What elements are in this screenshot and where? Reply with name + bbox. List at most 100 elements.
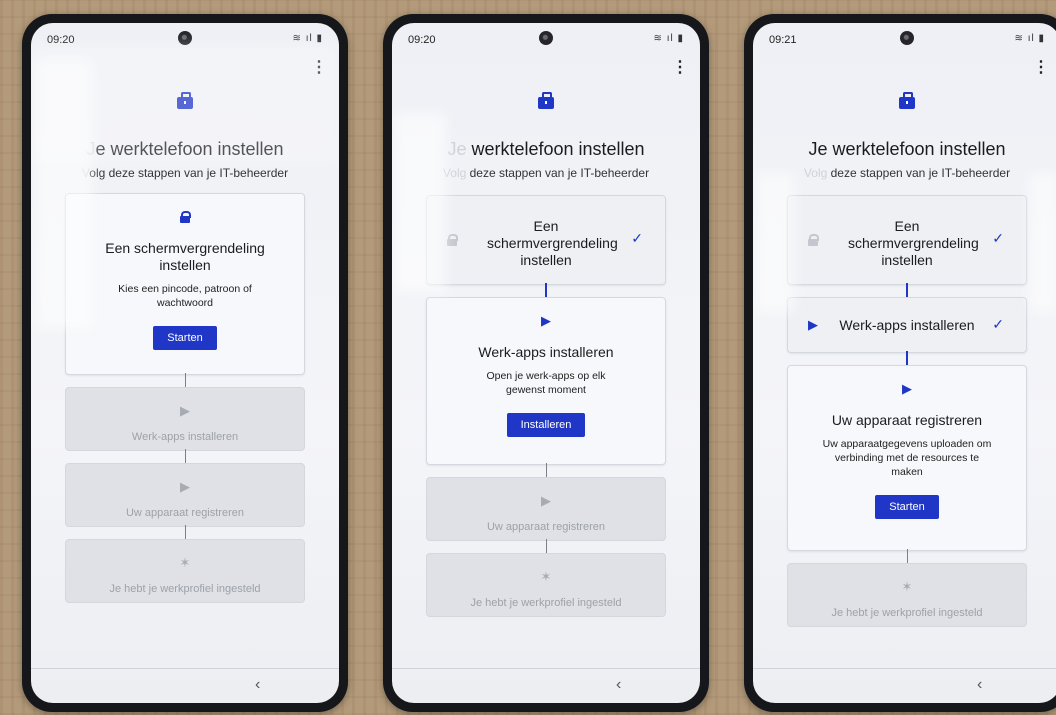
page-title-text: Je werktelefoon instellen [808, 139, 1006, 159]
page-subtitle-faded: Volg [442, 166, 467, 180]
step-work-profile-done-title: Je hebt je werkprofiel ingesteld [831, 607, 983, 619]
step-work-apps-title: Werk-apps installeren [839, 317, 975, 333]
step-work-profile-done-title: Je hebt je werkprofiel ingesteld [470, 597, 622, 609]
page-subtitle-text: olg deze stappen van je IT-beheerder [89, 166, 289, 180]
step-work-apps-card: ▶ Werk-apps installeren [65, 387, 305, 451]
step-connector [545, 283, 547, 297]
play-store-icon: ▶ [541, 313, 551, 328]
front-camera [178, 31, 192, 45]
step-register-device-card: ▶ Uw apparaat registreren Uw apparaatgeg… [787, 365, 1027, 551]
party-popper-icon: ✶ [540, 569, 552, 584]
play-store-icon: ▶ [902, 381, 912, 396]
status-bar: 09:20 ≋ ıl ▮ [392, 23, 700, 53]
page-title: Je werktelefoon instellen [753, 139, 1056, 160]
page-title-faded: Je [447, 139, 467, 159]
install-button[interactable]: Installeren [506, 413, 586, 437]
step-connector [906, 549, 908, 563]
navigation-bar: ‹ [392, 668, 700, 703]
back-chevron-icon[interactable]: ‹ [616, 676, 621, 694]
status-bar: 09:21 ≋ ıl ▮ [753, 23, 1056, 53]
page-subtitle-text: deze stappen van je IT-beheerder [466, 166, 650, 180]
step-connector [545, 539, 547, 553]
briefcase-icon [899, 92, 915, 109]
start-button[interactable]: Starten [153, 326, 217, 350]
step-screen-lock-title: Een schermvergrendeling instellen [487, 218, 618, 268]
step-work-apps-card: ▶ Werk-apps installeren Open je werk-app… [426, 297, 666, 465]
step-work-profile-done-card: ✶ Je hebt je werkprofiel ingesteld [426, 553, 666, 617]
step-screen-lock-title: Een schermvergrendeling instellen [848, 218, 979, 268]
checkmark-icon: ✓ [992, 230, 1004, 246]
page-subtitle-text: deze stappen van je IT-beheerder [827, 166, 1011, 180]
step-register-device-card: ▶ Uw apparaat registreren [426, 477, 666, 541]
play-store-icon: ▶ [808, 317, 818, 332]
phone-1: 09:20 ≋ ıl ▮ ⋮ Je werktelefoon instellen… [22, 14, 348, 712]
page-subtitle: Volg deze stappen van je IT-beheerder [753, 166, 1056, 180]
overflow-menu-icon[interactable]: ⋮ [672, 59, 688, 77]
wifi-signal-battery-icon: ≋ ıl ▮ [653, 33, 684, 44]
step-work-apps-title: Werk-apps installeren [131, 431, 239, 443]
lock-icon [447, 234, 458, 246]
step-screen-lock-card: Een schermvergrendeling instellen ✓ [426, 195, 666, 285]
page-subtitle: Volg deze stappen van je IT-beheerder [31, 166, 339, 180]
lock-icon [180, 211, 191, 223]
step-register-device-title: Uw apparaat registreren [831, 412, 983, 428]
step-screen-lock-desc: Kies een pincode, patroon of wachtwoord [118, 283, 252, 309]
front-camera [539, 31, 553, 45]
step-screen-lock-card: Een schermvergrendeling instellen ✓ [787, 195, 1027, 285]
step-work-apps-desc: Open je werk-apps op elk gewenst moment [486, 370, 606, 396]
start-button[interactable]: Starten [875, 495, 939, 519]
status-time: 09:20 [408, 34, 436, 46]
front-camera [900, 31, 914, 45]
briefcase-icon [538, 92, 554, 109]
party-popper-icon: ✶ [179, 555, 191, 570]
play-store-icon: ▶ [180, 479, 190, 494]
step-connector [906, 283, 908, 297]
step-work-apps-title: Werk-apps installeren [478, 344, 614, 360]
overflow-menu-icon[interactable]: ⋮ [311, 59, 327, 77]
step-connector [184, 449, 186, 463]
lock-icon [808, 234, 819, 246]
page-title: Je werktelefoon instellen [392, 139, 700, 160]
page-subtitle: Volg deze stappen van je IT-beheerder [392, 166, 700, 180]
briefcase-icon [177, 92, 193, 109]
checkmark-icon: ✓ [631, 230, 643, 246]
page-title-text: e werktelefoon instellen [95, 139, 284, 159]
back-chevron-icon[interactable]: ‹ [255, 676, 260, 694]
overflow-menu-icon[interactable]: ⋮ [1033, 59, 1049, 77]
step-register-device-desc: Uw apparaatgegevens uploaden om verbindi… [822, 438, 992, 478]
status-bar: 09:20 ≋ ıl ▮ [31, 23, 339, 53]
step-screen-lock-card: Een schermvergrendeling instellen Kies e… [65, 193, 305, 375]
phone-3: 09:21 ≋ ıl ▮ ⋮ Je werktelefoon instellen… [744, 14, 1056, 712]
page-title: Je werktelefoon instellen [31, 139, 339, 160]
phone-2-screen: 09:20 ≋ ıl ▮ ⋮ Je werktelefoon instellen… [392, 23, 700, 703]
step-register-device-title: Uw apparaat registreren [125, 507, 244, 519]
step-connector [906, 351, 908, 365]
step-work-profile-done-card: ✶ Je hebt je werkprofiel ingesteld [65, 539, 305, 603]
wifi-signal-battery-icon: ≋ ıl ▮ [1014, 33, 1045, 44]
step-register-device-card: ▶ Uw apparaat registreren [65, 463, 305, 527]
step-connector [184, 525, 186, 539]
step-screen-lock-title: Een schermvergrendeling instellen [105, 240, 265, 273]
step-work-apps-card: ▶ Werk-apps installeren ✓ [787, 297, 1027, 353]
page-subtitle-faded: Volg [803, 166, 828, 180]
step-connector [184, 373, 186, 387]
phone-2: 09:20 ≋ ıl ▮ ⋮ Je werktelefoon instellen… [383, 14, 709, 712]
checkmark-icon: ✓ [992, 316, 1004, 332]
back-chevron-icon[interactable]: ‹ [977, 676, 982, 694]
step-work-profile-done-card: ✶ Je hebt je werkprofiel ingesteld [787, 563, 1027, 627]
play-store-icon: ▶ [180, 403, 190, 418]
step-connector [545, 463, 547, 477]
navigation-bar: ‹ [31, 668, 339, 703]
step-register-device-title: Uw apparaat registreren [486, 521, 605, 533]
status-time: 09:21 [769, 34, 797, 46]
phone-3-screen: 09:21 ≋ ıl ▮ ⋮ Je werktelefoon instellen… [753, 23, 1056, 703]
party-popper-icon: ✶ [901, 579, 913, 594]
play-store-icon: ▶ [541, 493, 551, 508]
phone-1-screen: 09:20 ≋ ıl ▮ ⋮ Je werktelefoon instellen… [31, 23, 339, 703]
status-time: 09:20 [47, 34, 75, 46]
step-work-profile-done-title: Je hebt je werkprofiel ingesteld [109, 583, 261, 595]
page-title-text: werktelefoon instellen [466, 139, 645, 159]
wifi-signal-battery-icon: ≋ ıl ▮ [292, 33, 323, 44]
navigation-bar: ‹ [753, 668, 1056, 703]
light-reflection [1029, 173, 1056, 313]
